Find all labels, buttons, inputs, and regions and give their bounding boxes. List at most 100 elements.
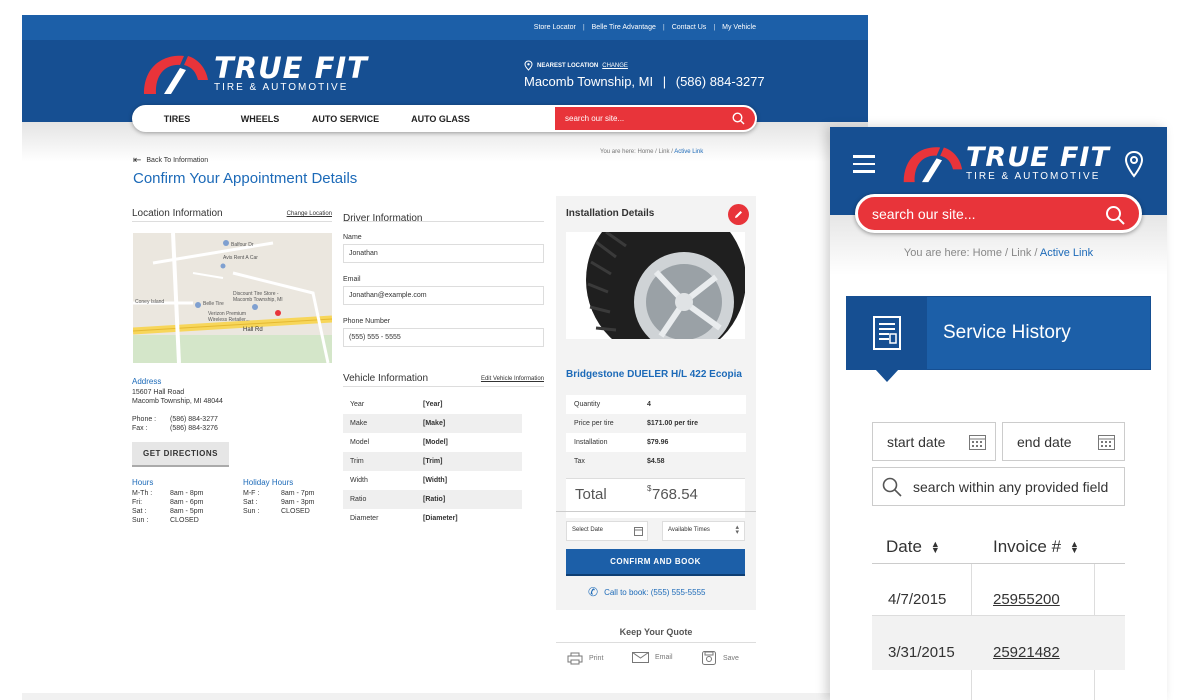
quote-row: Installation $79.96 [566,433,746,452]
vehicle-row: Model [Model] [343,433,522,452]
desktop-page: Store Locator | Belle Tire Advantage | Con… [22,15,868,700]
vehicle-field-label: Model [350,439,370,446]
quote-value: $171.00 per tire [647,420,698,427]
location-city: Macomb Township, MI [524,74,654,89]
vehicle-field-value: [Diameter] [423,515,458,522]
mobile-breadcrumb-link[interactable]: Link [1011,247,1031,259]
my-vehicle-link[interactable]: My Vehicle [722,24,756,31]
contact-us-link[interactable]: Contact Us [672,24,707,31]
location-map[interactable]: Balfour Dr Avis Rent A Car Coney Island … [133,233,332,363]
vehicle-field-value: [Ratio] [423,496,446,503]
vehicle-info-header: Vehicle Information Edit Vehicle Informa… [343,373,544,387]
calendar-icon [969,435,986,450]
mobile-breadcrumb-home[interactable]: Home [973,247,1002,259]
edit-vehicle-link[interactable]: Edit Vehicle Information [481,376,544,386]
mobile-breadcrumb-active: Active Link [1039,247,1094,259]
total-label: Total [575,486,607,503]
store-phone[interactable]: (586) 884-3277 [170,416,218,423]
printer-icon [567,652,583,665]
email-label-btn: Email [655,654,673,661]
search-icon[interactable] [1105,205,1125,225]
get-directions-button[interactable]: GET DIRECTIONS [132,442,229,467]
back-link-label: Back To Information [146,157,209,164]
nav-wheels[interactable]: WHEELS [222,114,298,124]
search-history-field[interactable]: search within any provided field [872,467,1125,506]
email-label: Email [343,276,361,283]
change-location-link-2[interactable]: Change Location [287,211,332,221]
vehicle-field-label: Year [350,401,365,408]
location-phone[interactable]: (586) 884-3277 [676,74,765,89]
breadcrumb-home[interactable]: Home [637,149,653,155]
site-logo[interactable]: TRUE FIT TIRE & AUTOMOTIVE [140,50,368,96]
logo-subtitle: TIRE & AUTOMOTIVE [214,81,349,93]
select-date-field[interactable]: Select Date [566,521,648,541]
phone-number-label: Phone Number [343,318,391,325]
vehicle-field-label: Diameter [350,515,379,522]
vehicle-field-label: Trim [350,458,364,465]
tire-image [566,232,745,339]
breadcrumb-link[interactable]: Link [659,149,670,155]
total-value: 768.54 [652,486,698,503]
phone-label: Phone : [132,416,157,423]
holiday-hours-title: Holiday Hours [243,478,294,487]
search-icon[interactable] [732,112,745,125]
hours-time: 8am - 8pm [170,490,204,497]
quote-row: Quantity 4 [566,395,746,414]
location-pin-icon[interactable] [1124,150,1144,178]
edit-pencil-button[interactable] [728,204,749,225]
map-label-belle-tire: Belle Tire [203,301,224,307]
hours-day: Sat : [243,499,258,506]
row-invoice-link[interactable]: 25955200 [993,591,1060,608]
hours-row: M-F : 8am - 7pm [243,490,333,499]
mobile-logo[interactable]: TRUE FIT TIRE & AUTOMOTIVE [900,142,1110,184]
vehicle-field-value: [Width] [423,477,448,484]
installation-title: Installation Details [566,208,655,219]
page-title: Confirm Your Appointment Details [133,170,358,187]
print-button[interactable]: Print [567,652,603,665]
save-button[interactable]: Save [702,651,739,665]
phone-field[interactable]: (555) 555 - 5555 [343,328,544,347]
available-times-select[interactable]: Available Times ▴ ▾ [662,521,745,541]
start-date-field[interactable]: start date [872,422,996,461]
map-label-hall-rd: Hall Rd [243,327,263,333]
call-to-book-link[interactable]: ✆ Call to book: (555) 555-5555 [588,585,705,599]
keep-quote-title: Keep Your Quote [619,627,693,637]
hours-day: Fri: [132,499,143,506]
sort-icon: ▲ ▼ [1070,539,1079,555]
mobile-logo-subtitle: TIRE & AUTOMOTIVE [966,170,1101,182]
mobile-breadcrumb-prefix: You are here: [903,247,970,259]
nav-tires[interactable]: TIRES [132,114,222,124]
email-field[interactable]: Jonathan@example.com [343,286,544,305]
service-icon-box [847,297,927,369]
vehicle-field-value: [Model] [423,439,448,446]
end-date-field[interactable]: end date [1002,422,1125,461]
nav-auto-glass[interactable]: AUTO GLASS [393,114,488,124]
invoice-column-header[interactable]: Invoice # ▲ ▼ [993,537,1079,557]
location-info-title: Location Information [132,208,223,219]
desktop-search-input[interactable]: search our site... [555,107,755,130]
change-location-link[interactable]: CHANGE [602,63,628,69]
gauge-logo-icon [144,55,208,94]
belle-tire-advantage-link[interactable]: Belle Tire Advantage [592,24,656,31]
quote-value: $4.58 [647,458,665,465]
row-invoice-link[interactable]: 25921482 [993,644,1060,661]
nav-auto-service[interactable]: AUTO SERVICE [298,114,393,124]
email-button[interactable]: Email [632,652,673,663]
footer-strip [22,693,868,700]
history-table-body: 4/7/2015 25955200 3/31/2015 25921482 [872,564,1125,700]
vehicle-field-label: Ratio [350,496,367,503]
header-pointer [875,369,899,382]
mobile-search-input[interactable]: search our site... [855,194,1142,233]
date-column-header[interactable]: Date ▲ ▼ [886,537,940,557]
call-to-book-text: Call to book: (555) 555-5555 [604,587,706,597]
vehicle-row: Diameter [Diameter] [343,509,522,528]
back-link[interactable]: ⇤ Back To Information [133,155,208,166]
product-name[interactable]: Bridgestone DUELER H/L 422 Ecopia [566,369,742,380]
quote-value: $79.96 [647,439,669,446]
hours-row: Sun : CLOSED [132,517,222,526]
hamburger-menu-icon[interactable] [853,155,875,173]
calendar-icon [1098,435,1115,450]
name-field[interactable]: Jonathan [343,244,544,263]
store-locator-link[interactable]: Store Locator [534,24,576,31]
confirm-and-book-button[interactable]: CONFIRM AND BOOK [566,549,745,576]
